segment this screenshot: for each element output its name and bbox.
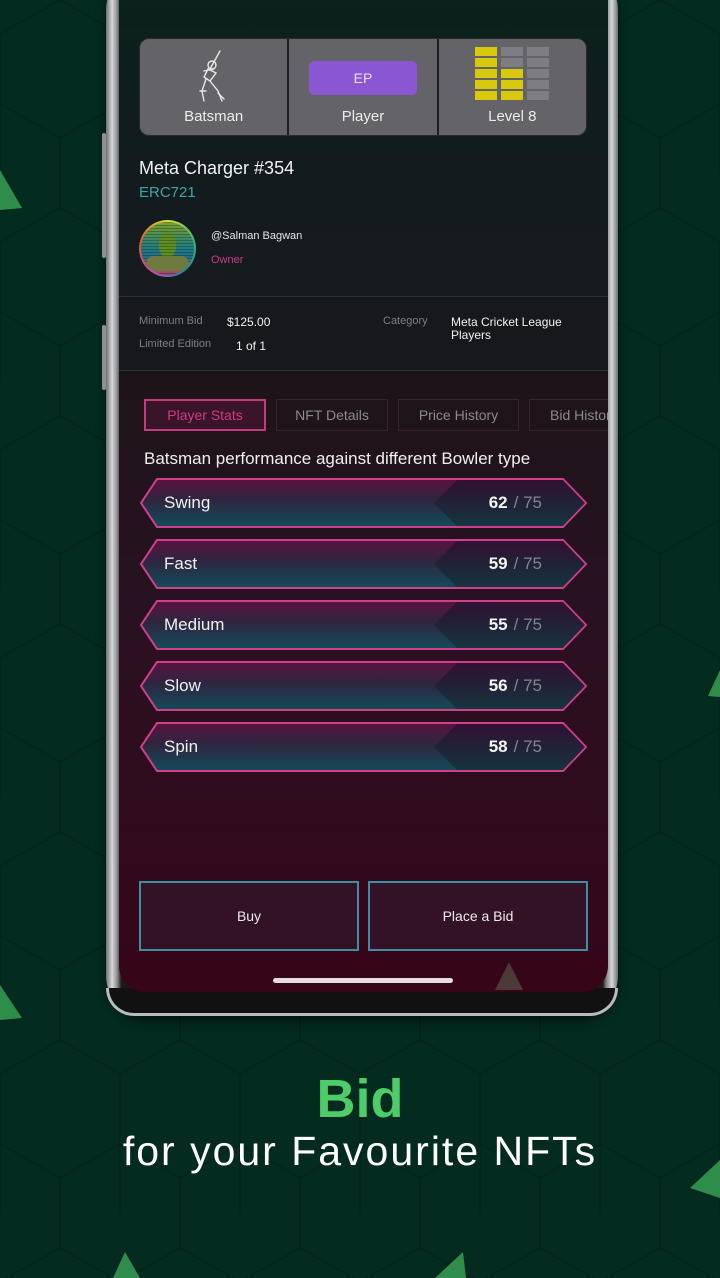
stat-value: 62 [488,493,508,512]
batsman-icon [198,50,225,102]
level-segment-empty [501,58,524,67]
level-column [501,47,524,100]
app-screen: Batsman EP Player Level 8 Meta Charger #… [119,0,608,992]
promo-title: Bid [316,1069,404,1129]
stat-score: 55 / 75 [489,615,542,635]
level-segment-empty [527,69,550,78]
level-segment-empty [527,47,550,56]
owner-name[interactable]: @Salman Bagwan [211,230,302,242]
level-segment-filled [501,69,524,78]
stat-row: Swing 62 / 75 [139,478,588,528]
category-value-line2: Players [451,328,492,342]
stat-max: / 75 [513,737,542,756]
stat-name: Medium [164,615,225,634]
attr-role-label: Batsman [184,108,244,125]
level-segment-filled [501,80,524,89]
attr-level[interactable]: Level 8 [439,39,586,135]
level-segment-filled [475,80,498,89]
attr-type-label: Player [341,108,385,125]
stat-name: Spin [164,737,199,756]
level-segment-empty [527,80,550,89]
tab-nft-details[interactable]: NFT Details [276,399,388,431]
stat-value: 59 [488,554,508,573]
attr-level-label: Level 8 [488,108,537,125]
stat-name: Slow [164,676,201,695]
phone-bottom-edge [106,988,618,1016]
level-segment-filled [501,91,524,100]
ep-badge: EP [309,61,417,95]
category-label: Category [383,315,428,327]
nft-title: Meta Charger #354 [139,158,295,178]
stat-name: Swing [164,493,211,512]
attr-type[interactable]: EP Player [289,39,439,135]
stat-score: 59 / 75 [489,554,542,574]
volume-button [102,133,106,258]
stat-score: 58 / 75 [489,737,542,757]
stat-value: 56 [488,676,508,695]
level-segment-filled [475,91,498,100]
level-segment-filled [475,58,498,67]
edition-label: Limited Edition [139,338,212,350]
stat-value: 58 [488,737,508,756]
power-button [102,325,106,390]
info-panel: Minimum Bid $125.00 Limited Edition 1 of… [119,296,608,371]
level-column [527,47,550,100]
min-bid-label: Minimum Bid [139,315,203,327]
level-column [475,47,498,100]
level-segment-empty [527,58,550,67]
stat-score: 56 / 75 [489,676,542,696]
category-value-line1: Meta Cricket League [451,315,562,329]
token-standard: ERC721 [139,184,196,201]
stat-max: / 75 [513,615,542,634]
tab-bid-history[interactable]: Bid History [529,399,608,431]
attr-role[interactable]: Batsman [140,39,290,135]
level-segment-filled [475,47,498,56]
level-segment-filled [475,69,498,78]
stat-value: 55 [488,615,508,634]
min-bid-value: $125.00 [227,315,271,329]
level-segment-empty [501,47,524,56]
tab-price-history[interactable]: Price History [398,399,519,431]
place-bid-button[interactable]: Place a Bid [368,881,588,951]
edition-value: 1 of 1 [236,339,267,353]
stat-row: Medium 55 / 75 [139,600,588,650]
detail-tabs: Player Stats NFT Details Price History B… [144,399,608,431]
stat-row: Slow 56 / 75 [139,661,588,711]
promo-subtitle: for your Favourite NFTs [122,1128,598,1174]
stat-name: Fast [164,554,198,573]
tab-player-stats[interactable]: Player Stats [144,399,266,431]
home-indicator[interactable] [273,978,453,983]
stat-row: Fast 59 / 75 [139,539,588,589]
level-meter [475,47,550,100]
buy-button[interactable]: Buy [139,881,359,951]
level-segment-empty [527,91,550,100]
stat-score: 62 / 75 [489,493,542,513]
stat-max: / 75 [513,493,542,512]
stat-max: / 75 [513,554,542,573]
stats-title: Batsman performance against different Bo… [144,449,531,468]
stat-max: / 75 [513,676,542,695]
owner-role: Owner [211,254,244,266]
attribute-bar: Batsman EP Player Level 8 [139,38,587,136]
owner-avatar[interactable] [139,220,196,277]
stat-row: Spin 58 / 75 [139,722,588,772]
decor-triangle [495,962,523,990]
